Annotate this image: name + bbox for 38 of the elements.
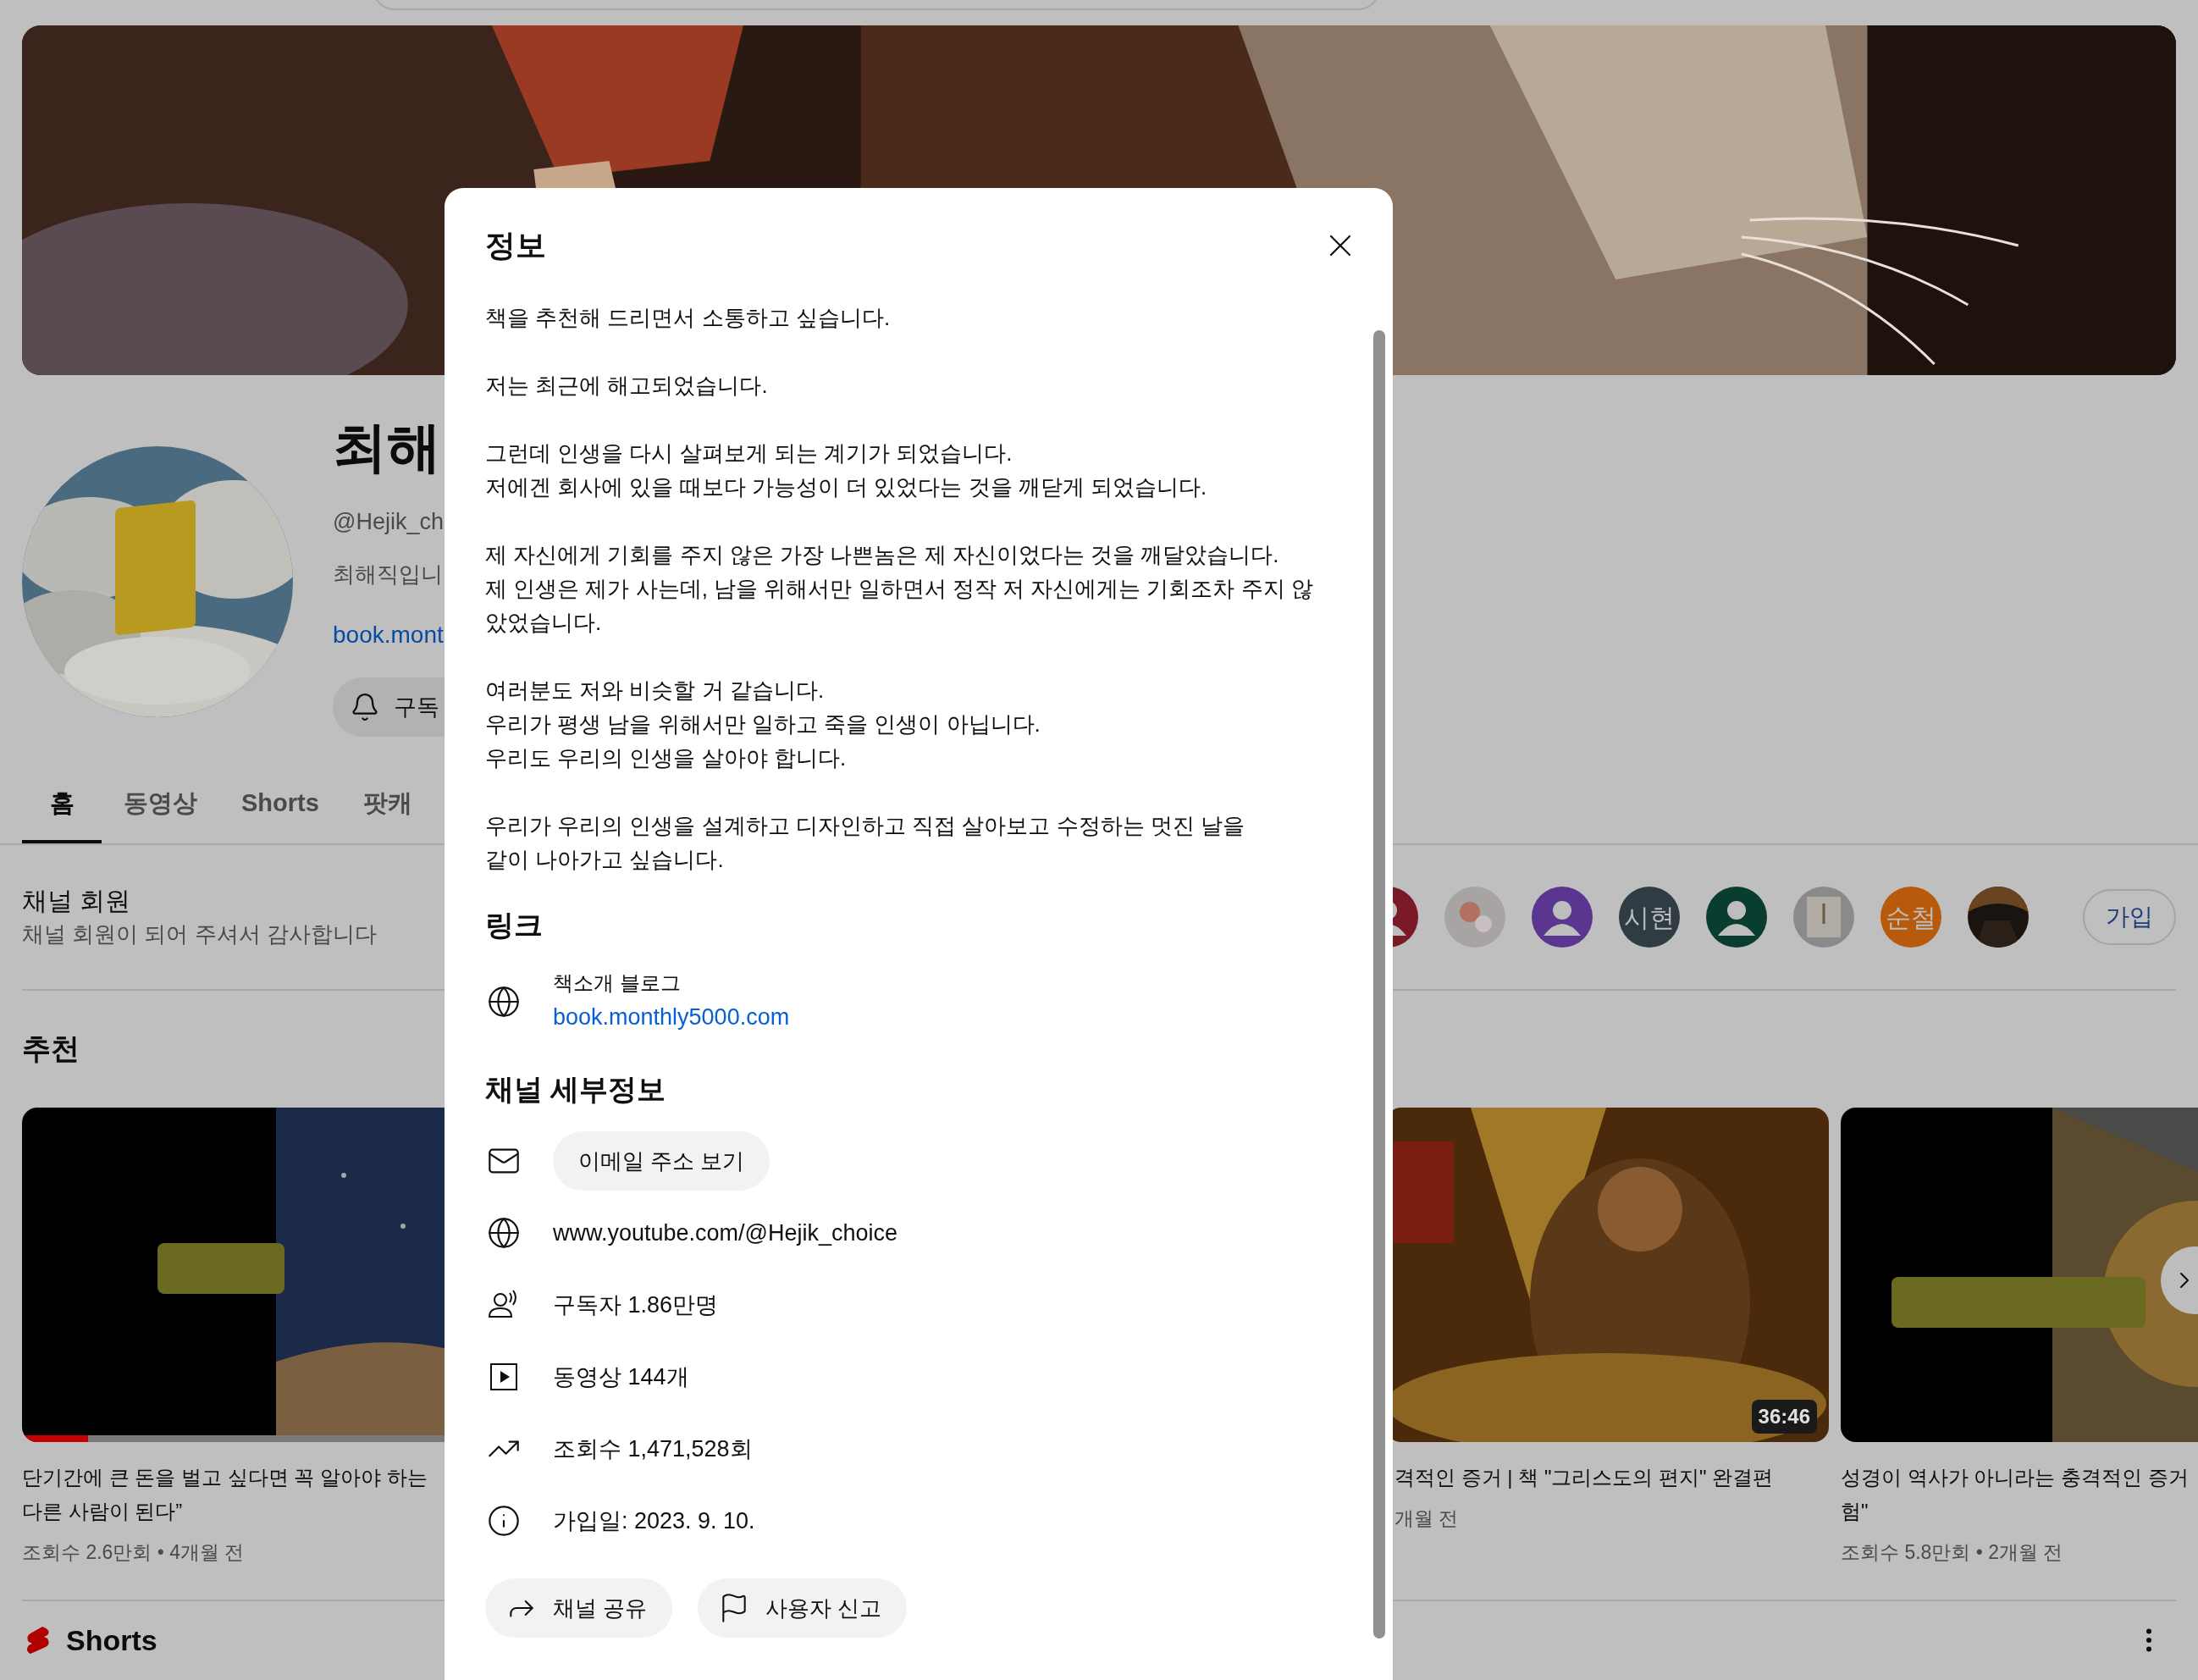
channel-tab[interactable]: Shorts xyxy=(219,766,341,843)
video-title: 격적인 증거 | 책 "그리스도의 편지" 완결편 xyxy=(1394,1465,1774,1490)
report-user-button[interactable]: 사용자 신고 xyxy=(698,1578,908,1638)
detail-text: 가입일: 2023. 9. 10. xyxy=(553,1506,755,1535)
join-button[interactable]: 가입 xyxy=(2083,889,2176,945)
show-email-button[interactable]: 이메일 주소 보기 xyxy=(553,1131,770,1191)
channel-handle: @Hejik_ch xyxy=(333,508,445,536)
bell-icon xyxy=(350,692,380,722)
membership-subtitle: 채널 회원이 되어 주셔서 감사합니다 xyxy=(22,920,377,948)
shorts-title: Shorts xyxy=(66,1623,157,1657)
dialog-title: 정보 xyxy=(485,227,546,264)
video-meta: 조회수 5.8만회 • 2개월 전 xyxy=(1841,1540,2063,1565)
link-title: 책소개 블로그 xyxy=(553,970,682,996)
globe-icon xyxy=(487,985,521,1019)
video-title: 성경이 역사가 아니라는 충격적인 증거 험" xyxy=(1841,1465,2189,1524)
link-url[interactable]: book.monthly5000.com xyxy=(553,998,790,1036)
share-channel-button[interactable]: 채널 공유 xyxy=(485,1578,673,1638)
globe-icon xyxy=(487,1216,521,1250)
channel-tab[interactable]: 홈 xyxy=(22,766,102,843)
section-title: 추천 xyxy=(22,1031,80,1065)
detail-text: 구독자 1.86만명 xyxy=(553,1290,719,1319)
detail-text: 조회수 1,471,528회 xyxy=(553,1434,753,1463)
detail-text: 동영상 144개 xyxy=(553,1362,689,1391)
links-heading: 링크 xyxy=(485,908,543,942)
video-meta: 개월 전 xyxy=(1394,1506,1459,1531)
channel-tab[interactable]: 팟캐 xyxy=(340,766,434,843)
detail-text: www.youtube.com/@Hejik_choice xyxy=(553,1219,898,1247)
info-icon xyxy=(487,1504,521,1538)
video-meta: 조회수 2.6만회 • 4개월 전 xyxy=(22,1540,245,1565)
channel-tab[interactable]: 동영상 xyxy=(102,766,219,843)
channel-description: 최해직입니 xyxy=(333,561,444,589)
duration-badge: 36:46 xyxy=(1751,1400,1817,1434)
shorts-icon xyxy=(25,1625,51,1655)
video-title: 단기간에 큰 돈을 벌고 싶다면 꼭 알아야 하는 다른 사람이 된다” xyxy=(22,1465,428,1524)
member-avatar[interactable]: 시현 xyxy=(1619,887,1680,948)
membership-title: 채널 회원 xyxy=(22,886,132,916)
scrollbar[interactable] xyxy=(1373,330,1385,1639)
details-heading: 채널 세부정보 xyxy=(485,1072,666,1106)
